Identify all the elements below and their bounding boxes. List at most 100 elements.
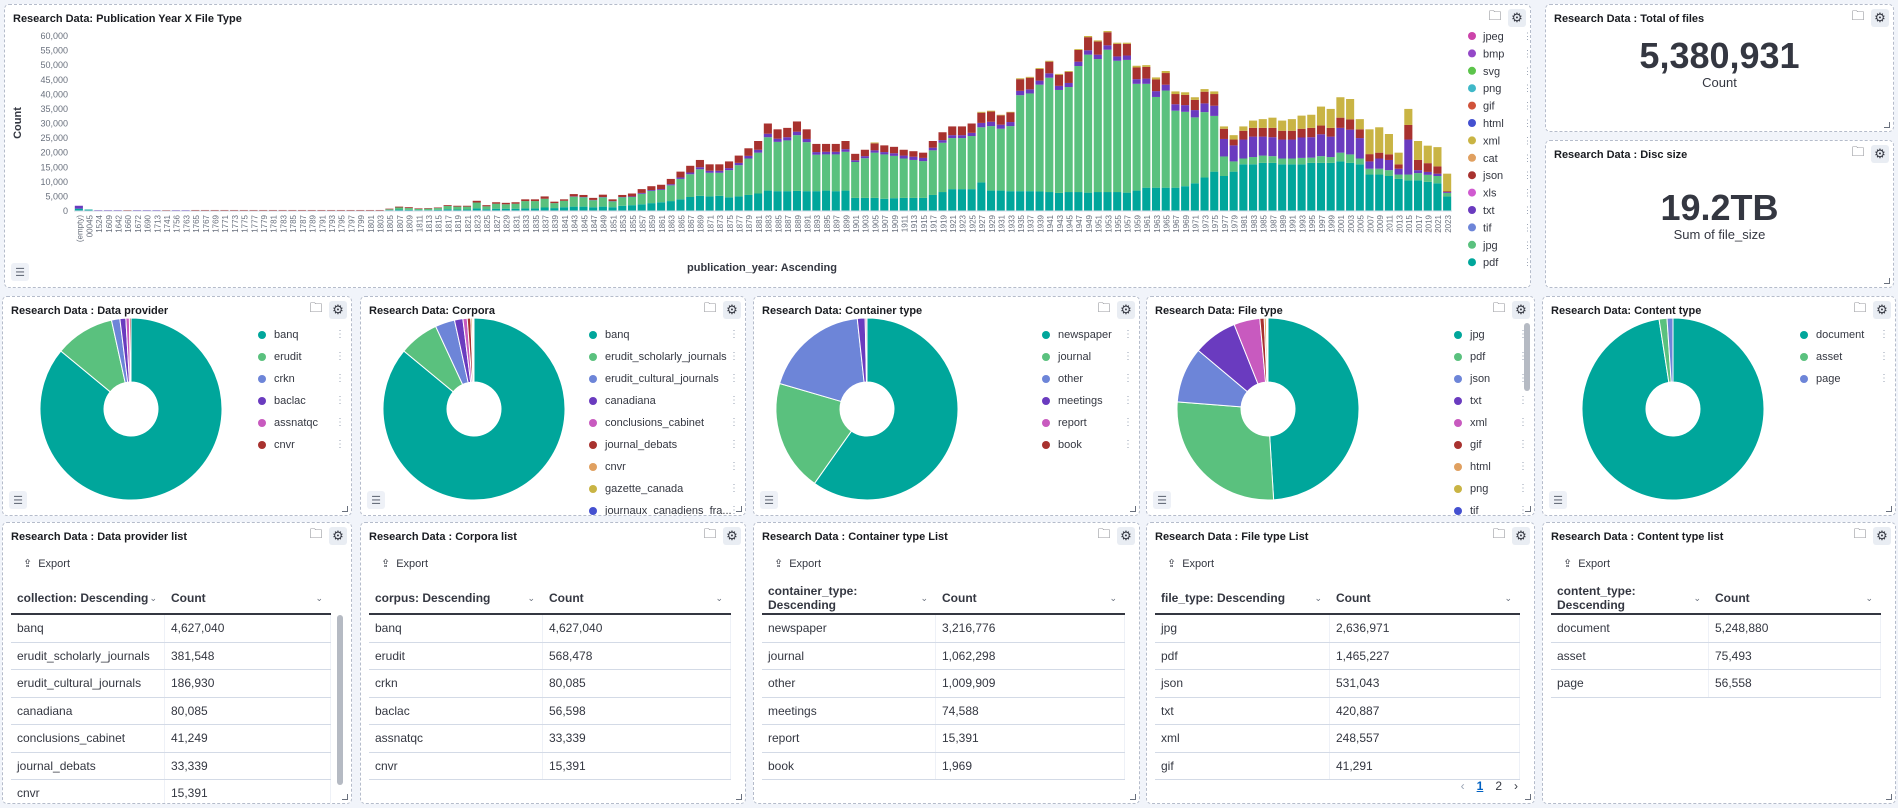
bar-segment-pdf[interactable]: [880, 198, 889, 211]
bar-segment-txt[interactable]: [977, 122, 986, 128]
bar-segment-txt[interactable]: [1200, 103, 1209, 113]
bar-segment-txt[interactable]: [928, 147, 937, 151]
bar-segment-json[interactable]: [1151, 79, 1161, 92]
bar-segment-xml[interactable]: [1210, 91, 1219, 95]
bar-segment-txt[interactable]: [627, 196, 637, 197]
bar-segment-jpg[interactable]: [754, 152, 763, 194]
bar-segment-pdf[interactable]: [1423, 181, 1432, 211]
bar-segment-xml[interactable]: [1054, 73, 1064, 75]
bar-segment-xml[interactable]: [1278, 120, 1287, 131]
bar-segment-pdf[interactable]: [986, 190, 996, 211]
bar-segment-jpg[interactable]: [1006, 126, 1015, 192]
bar-segment-json[interactable]: [1268, 127, 1277, 138]
bar-segment-json[interactable]: [1084, 37, 1093, 51]
legend-item-report[interactable]: report: [1042, 415, 1087, 431]
bar-segment-json[interactable]: [957, 126, 966, 136]
bar-segment-json[interactable]: [540, 196, 549, 199]
bar-segment-jpg[interactable]: [1045, 77, 1054, 193]
bar-segment-jpg[interactable]: [1054, 89, 1064, 193]
bar-segment-pdf[interactable]: [1375, 174, 1384, 211]
bar-segment-jpg[interactable]: [550, 203, 559, 209]
bar-segment-jpg[interactable]: [802, 142, 811, 192]
bar-segment-jpg[interactable]: [1103, 49, 1112, 193]
bar-segment-pdf[interactable]: [1113, 192, 1122, 211]
bar-segment-txt[interactable]: [1151, 91, 1161, 97]
legend-options-icon[interactable]: ⋮: [1523, 222, 1531, 232]
bar-segment-pdf[interactable]: [938, 192, 947, 211]
bar-segment-txt[interactable]: [919, 157, 928, 162]
bar-segment-jpg[interactable]: [637, 193, 646, 205]
bar-segment-json[interactable]: [1210, 94, 1219, 106]
legend-options-icon[interactable]: ⋮: [1523, 257, 1531, 267]
bar-segment-jpg[interactable]: [1316, 156, 1326, 163]
folder-check-icon[interactable]: 🗀: [1851, 526, 1869, 545]
column-header[interactable]: file_type: Descending ⌄: [1155, 583, 1330, 613]
bar-segment-pdf[interactable]: [1336, 161, 1345, 211]
bar-segment-json[interactable]: [1346, 119, 1355, 130]
bar-segment-jpg[interactable]: [462, 206, 472, 210]
bar-segment-pdf[interactable]: [618, 205, 627, 211]
bar-segment-pdf[interactable]: [715, 195, 724, 211]
bar-segment-json[interactable]: [967, 123, 976, 133]
bar-segment-jpg[interactable]: [1074, 66, 1083, 193]
bar-segment-json[interactable]: [1035, 68, 1044, 81]
legend-options-icon[interactable]: ⋮: [1523, 101, 1531, 111]
bar-segment-txt[interactable]: [1326, 136, 1335, 158]
bar-segment-xml[interactable]: [1268, 117, 1277, 128]
bar-segment-xml[interactable]: [1316, 106, 1326, 126]
bar-segment-jpg[interactable]: [1258, 155, 1267, 163]
bar-segment-txt[interactable]: [1278, 139, 1287, 159]
bar-segment-pdf[interactable]: [1035, 191, 1044, 211]
bar-segment-jpg[interactable]: [1355, 158, 1364, 165]
bar-segment-pdf[interactable]: [889, 198, 899, 211]
legend-item-png[interactable]: png ⋮: [1468, 83, 1531, 95]
bar-segment-txt[interactable]: [948, 135, 957, 139]
bar-segment-pdf[interactable]: [1016, 191, 1025, 211]
resize-handle[interactable]: [1525, 794, 1531, 800]
bar-segment-json[interactable]: [792, 121, 802, 132]
legend-item-json[interactable]: json: [1454, 371, 1490, 387]
bar-segment-jpg[interactable]: [424, 208, 433, 211]
resize-handle[interactable]: [736, 506, 742, 512]
bar-segment-json[interactable]: [608, 199, 617, 202]
bar-segment-pdf[interactable]: [948, 189, 957, 211]
bar-segment-json[interactable]: [1219, 128, 1229, 139]
legend-options-icon[interactable]: ⋮: [335, 329, 345, 340]
legend-options-icon[interactable]: ⋮: [729, 373, 739, 384]
bar-segment-json[interactable]: [453, 205, 462, 207]
bar-segment-pdf[interactable]: [1171, 187, 1180, 211]
bar-segment-txt[interactable]: [909, 156, 918, 160]
bar-segment-pdf[interactable]: [919, 197, 928, 211]
bar-segment-jpg[interactable]: [540, 198, 549, 208]
legend-item-assnatqc[interactable]: assnatqc: [258, 415, 318, 431]
bar-segment-xml[interactable]: [1229, 135, 1238, 140]
legend-item-newspaper[interactable]: newspaper: [1042, 327, 1112, 343]
bar-segment-txt[interactable]: [1423, 171, 1432, 175]
bar-segment-xml[interactable]: [1336, 97, 1345, 118]
bar-segment-xml[interactable]: [1249, 120, 1258, 128]
bar-segment-txt[interactable]: [1355, 138, 1364, 159]
legend-options-icon[interactable]: ⋮: [335, 439, 345, 450]
bar-segment-txt[interactable]: [957, 135, 966, 139]
resize-handle[interactable]: [1130, 794, 1136, 800]
legend-item-bmp[interactable]: bmp ⋮: [1468, 48, 1531, 60]
bar-segment-jpg[interactable]: [773, 141, 782, 192]
bar-segment-pdf[interactable]: [1132, 190, 1141, 211]
bar-segment-json[interactable]: [744, 148, 753, 156]
bar-segment-txt[interactable]: [1113, 56, 1122, 61]
bar-segment-txt[interactable]: [1239, 139, 1248, 159]
bar-segment-json[interactable]: [501, 202, 510, 205]
bar-segment-pdf[interactable]: [1355, 164, 1364, 211]
bar-segment-txt[interactable]: [1171, 104, 1180, 111]
bar-segment-txt[interactable]: [860, 156, 869, 159]
bar-segment-json[interactable]: [909, 151, 918, 157]
column-header[interactable]: Count ⌄: [165, 583, 331, 613]
bar-segment-jpg[interactable]: [880, 154, 889, 199]
bar-segment-jpg[interactable]: [598, 197, 607, 207]
bar-segment-txt[interactable]: [763, 133, 772, 138]
bar-segment-jpg[interactable]: [1084, 54, 1093, 193]
bar-segment-json[interactable]: [657, 184, 666, 190]
bar-segment-txt[interactable]: [1064, 82, 1073, 88]
bar-segment-json[interactable]: [472, 200, 481, 203]
bar-segment-json[interactable]: [647, 186, 656, 190]
